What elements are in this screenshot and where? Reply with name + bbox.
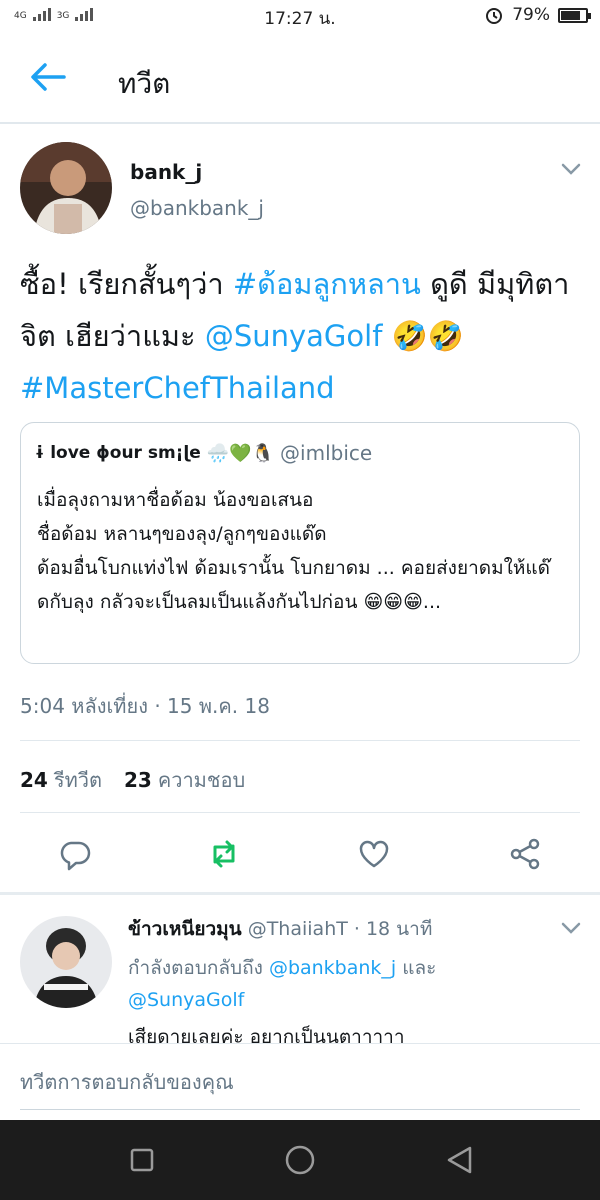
quoted-author-handle: @imlbice bbox=[280, 441, 373, 465]
retweet-icon[interactable] bbox=[206, 836, 242, 872]
back-triangle-icon[interactable] bbox=[444, 1144, 476, 1176]
replying-to-prefix: กำลังตอบกลับถึง bbox=[128, 957, 269, 979]
mention-link[interactable]: @SunyaGolf bbox=[205, 319, 383, 353]
recents-square-icon[interactable] bbox=[126, 1144, 158, 1176]
home-circle-icon[interactable] bbox=[284, 1144, 316, 1176]
mention-link[interactable]: @bankbank_j bbox=[269, 957, 396, 979]
reply-tweet[interactable]: ข้าวเหนียวมุน @ThaiiahT · 18 นาที กำลังต… bbox=[0, 896, 600, 1056]
quoted-author-name: ɨ love ɸour sm¡ɭe bbox=[35, 443, 201, 463]
reply-input[interactable]: ทวีตการตอบกลับของคุณ bbox=[20, 1066, 580, 1110]
reply-composer: ทวีตการตอบกลับของคุณ bbox=[0, 1044, 600, 1120]
back-arrow-icon[interactable] bbox=[30, 62, 66, 92]
tweet-timestamp: 5:04 หลังเที่ยง · 15 พ.ค. 18 bbox=[20, 694, 270, 718]
mention-link[interactable]: @SunyaGolf bbox=[128, 989, 244, 1011]
quoted-author-emojis: 🌧️💚🐧 bbox=[206, 442, 275, 464]
reply-author-handle[interactable]: @ThaiiahT bbox=[248, 918, 348, 940]
system-nav-bar bbox=[0, 1120, 600, 1200]
like-heart-icon[interactable] bbox=[356, 836, 392, 872]
replying-to-and: และ bbox=[396, 957, 437, 979]
reply-icon[interactable] bbox=[57, 836, 93, 872]
author-avatar[interactable] bbox=[20, 142, 112, 234]
alarm-icon bbox=[486, 8, 503, 24]
replying-to: กำลังตอบกลับถึง @bankbank_j และ @SunyaGo… bbox=[128, 952, 558, 1016]
divider bbox=[20, 740, 580, 741]
top-bar: ทวีต bbox=[0, 30, 600, 124]
share-icon[interactable] bbox=[507, 836, 543, 872]
retweets-label: รีทวีต bbox=[53, 768, 102, 792]
likes-count: 23 bbox=[124, 768, 152, 792]
retweets-stat[interactable]: 24 รีทวีต bbox=[20, 764, 102, 796]
quoted-tweet[interactable]: ɨ love ɸour sm¡ɭe 🌧️💚🐧 @imlbice เมื่อลุง… bbox=[20, 422, 580, 664]
reply-time: · 18 นาที bbox=[353, 918, 433, 940]
likes-label: ความชอบ bbox=[157, 768, 246, 792]
tweet-emoji: 🤣🤣 bbox=[382, 319, 464, 353]
section-separator bbox=[0, 892, 600, 895]
chevron-down-icon[interactable] bbox=[561, 922, 581, 934]
hashtag-link[interactable]: #MasterChefThailand bbox=[20, 371, 335, 405]
tweet-text: ซื้อ! เรียกสั้นๆว่า #ด้อมลูกหลาน ดูดี มี… bbox=[20, 258, 580, 414]
battery-percent: 79% bbox=[512, 5, 550, 25]
tweet-actions bbox=[0, 828, 600, 878]
chevron-down-icon[interactable] bbox=[561, 163, 581, 175]
page-title: ทวีต bbox=[118, 67, 171, 100]
reply-author-avatar[interactable] bbox=[20, 916, 112, 1008]
likes-stat[interactable]: 23 ความชอบ bbox=[124, 764, 245, 796]
reply-author-name[interactable]: ข้าวเหนียวมุน bbox=[128, 918, 242, 940]
retweets-count: 24 bbox=[20, 768, 48, 792]
author-handle[interactable]: @bankbank_j bbox=[130, 196, 264, 220]
tweet-text-part: ซื้อ! เรียกสั้นๆว่า bbox=[20, 267, 233, 301]
author-name[interactable]: bank_j bbox=[130, 160, 202, 184]
quoted-tweet-text: เมื่อลุงถามหาชื่อด้อม น้องขอเสนอ ชื่อด้อ… bbox=[37, 489, 551, 613]
divider bbox=[20, 812, 580, 813]
tweet-stats: 24 รีทวีต 23 ความชอบ bbox=[20, 764, 245, 796]
hashtag-link[interactable]: #ด้อมลูกหลาน bbox=[233, 267, 421, 301]
status-bar: 4G 3G 17:27 น. 79% bbox=[0, 0, 600, 30]
battery-icon bbox=[558, 7, 591, 23]
